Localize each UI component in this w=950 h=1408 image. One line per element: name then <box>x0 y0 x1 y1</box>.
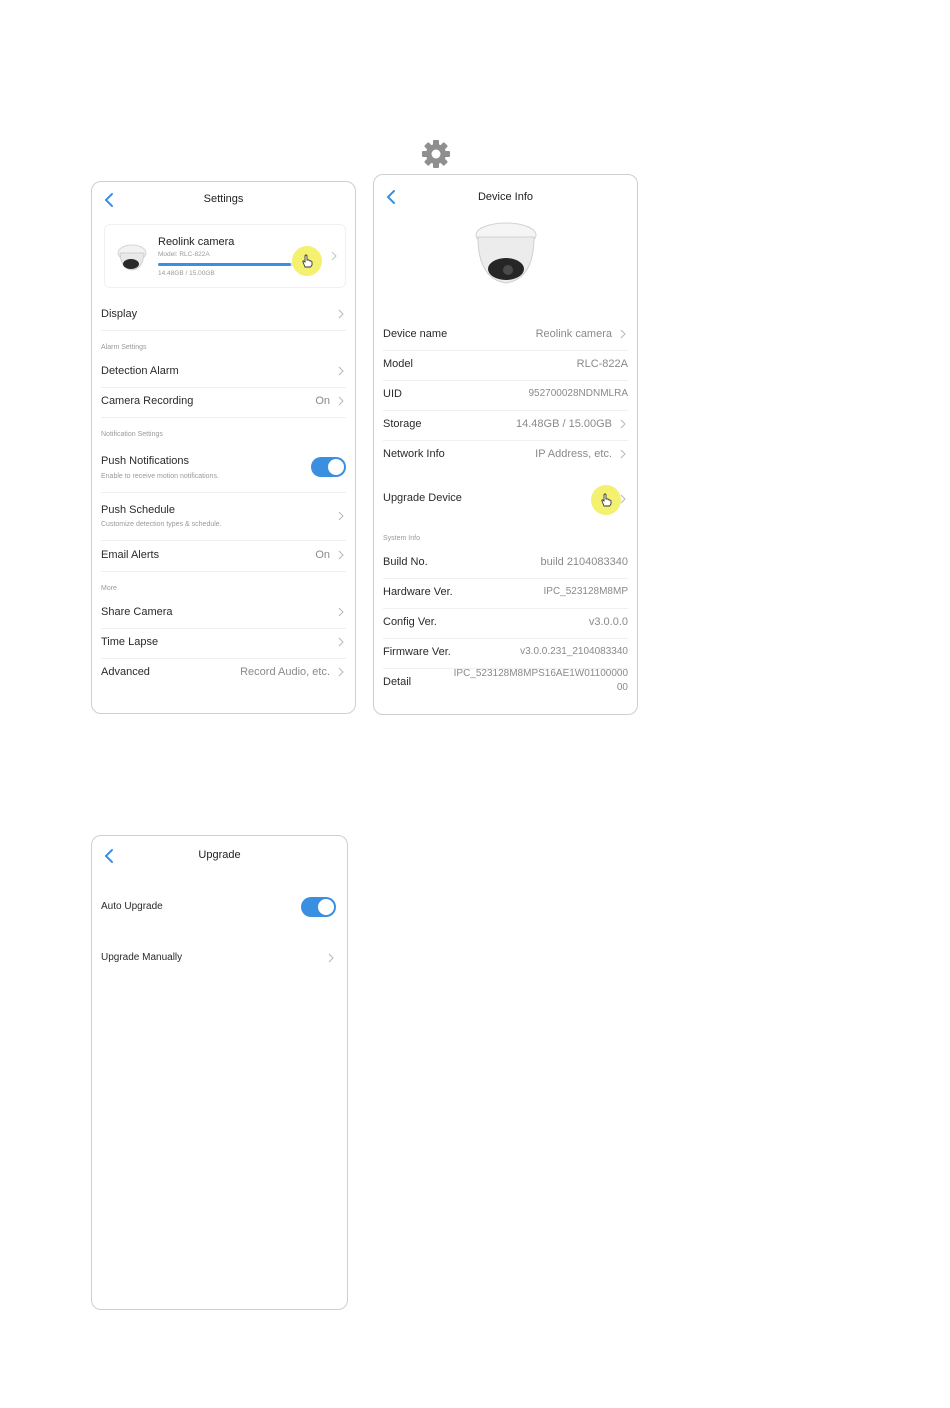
row-label: Config Ver. <box>383 616 437 628</box>
storage-text: 14.48GB / 15.00GB <box>158 270 215 277</box>
upgrade-row-auto: Auto Upgrade <box>101 891 338 923</box>
camera-name: Reolink camera <box>158 236 235 248</box>
gear-icon <box>422 140 450 168</box>
row-value: IP Address, etc. <box>535 448 612 460</box>
device-row-hardware: Hardware Ver. IPC_523128M8MP <box>383 578 628 609</box>
section-label-notification: Notification Settings <box>101 431 163 438</box>
camera-image <box>475 222 537 284</box>
chevron-right-icon <box>338 637 344 647</box>
row-label: Build No. <box>383 556 428 568</box>
page-title: Upgrade <box>198 849 241 861</box>
chevron-right-icon <box>331 251 337 261</box>
device-row-build: Build No. build 2104083340 <box>383 548 628 579</box>
chevron-right-icon <box>338 550 344 560</box>
storage-bar <box>158 263 296 266</box>
row-value: RLC-822A <box>576 358 628 370</box>
device-row-model: Model RLC-822A <box>383 350 628 381</box>
settings-item-value: On <box>315 549 330 561</box>
row-value: 14.48GB / 15.00GB <box>515 418 612 430</box>
chevron-right-icon <box>338 607 344 617</box>
section-label-alarm: Alarm Settings <box>101 344 147 351</box>
row-label: Firmware Ver. <box>383 646 451 658</box>
camera-thumbnail <box>117 244 147 271</box>
row-value: IPC_523128M8MP <box>543 586 629 597</box>
settings-item-camera-recording[interactable]: Camera Recording On <box>101 387 346 418</box>
settings-item-label: Push Notifications <box>101 455 190 467</box>
camera-model: Model: RLC-822A <box>158 251 210 258</box>
row-label: Network Info <box>383 448 445 460</box>
row-label: Model <box>383 358 413 370</box>
row-label: Storage <box>383 418 422 430</box>
row-value: 952700028NDNMLRA <box>528 388 628 399</box>
row-value: v3.0.0.231_2104083340 <box>520 646 628 657</box>
tap-highlight <box>292 246 322 276</box>
row-label: UID <box>383 388 402 400</box>
push-notifications-toggle[interactable] <box>311 457 346 477</box>
settings-item-detection-alarm[interactable]: Detection Alarm <box>101 357 346 388</box>
device-row-storage[interactable]: Storage 14.48GB / 15.00GB <box>383 410 628 441</box>
chevron-right-icon <box>328 953 334 963</box>
settings-screen: Settings Reolink camera Model: RLC-822A … <box>91 181 356 714</box>
row-value-continued: 00 <box>616 682 628 693</box>
row-label: Upgrade Device <box>383 492 462 504</box>
pointer-hand-icon <box>302 254 313 268</box>
settings-item-label: Push Schedule <box>101 504 175 516</box>
settings-item-push-notifications: Push Notifications Enable to receive mot… <box>101 444 346 493</box>
camera-card[interactable]: Reolink camera Model: RLC-822A 14.48GB /… <box>104 224 346 288</box>
section-label-system: System Info <box>383 535 420 542</box>
settings-item-display[interactable]: Display <box>101 300 346 331</box>
tap-highlight <box>591 485 621 515</box>
row-value: Reolink camera <box>535 328 612 340</box>
chevron-right-icon <box>620 419 626 429</box>
page-title: Device Info <box>477 191 534 203</box>
settings-item-label: Detection Alarm <box>101 365 179 377</box>
upgrade-row-manual[interactable]: Upgrade Manually <box>101 944 338 974</box>
upgrade-screen: Upgrade Auto Upgrade Upgrade Manually <box>91 835 348 1310</box>
row-label: Device name <box>383 328 448 340</box>
row-label: Detail <box>383 676 412 688</box>
chevron-right-icon <box>338 366 344 376</box>
settings-item-label: Camera Recording <box>101 395 194 407</box>
settings-item-label: Email Alerts <box>101 549 160 561</box>
chevron-right-icon <box>338 309 344 319</box>
settings-item-sublabel: Customize detection types & schedule. <box>101 521 222 528</box>
settings-item-label: Share Camera <box>101 606 173 618</box>
settings-item-label: Advanced <box>101 666 150 678</box>
device-row-detail: Detail IPC_523128M8MPS16AE1W01100000 00 <box>383 668 628 704</box>
device-row-name[interactable]: Device name Reolink camera <box>383 320 628 351</box>
chevron-right-icon <box>338 511 344 521</box>
page-title: Settings <box>203 193 244 205</box>
device-row-upgrade[interactable]: Upgrade Device <box>383 475 628 523</box>
settings-item-label: Display <box>101 308 138 320</box>
settings-item-sublabel: Enable to receive motion notifications. <box>101 473 219 480</box>
settings-item-email-alerts[interactable]: Email Alerts On <box>101 541 346 572</box>
device-row-config: Config Ver. v3.0.0.0 <box>383 608 628 639</box>
settings-item-label: Time Lapse <box>101 636 159 648</box>
settings-item-push-schedule[interactable]: Push Schedule Customize detection types … <box>101 492 346 541</box>
device-row-firmware: Firmware Ver. v3.0.0.231_2104083340 <box>383 638 628 669</box>
settings-item-time-lapse[interactable]: Time Lapse <box>101 628 346 659</box>
chevron-right-icon <box>338 396 344 406</box>
auto-upgrade-toggle[interactable] <box>301 897 336 917</box>
device-info-screen: Device Info Device name Reolink camera M… <box>373 174 638 715</box>
row-value: v3.0.0.0 <box>588 616 628 628</box>
settings-item-advanced[interactable]: Advanced Record Audio, etc. <box>101 658 346 688</box>
storage-bar-fill <box>158 263 292 266</box>
device-row-network[interactable]: Network Info IP Address, etc. <box>383 440 628 470</box>
section-label-more: More <box>101 585 117 592</box>
row-value: IPC_523128M8MPS16AE1W01100000 <box>453 668 628 679</box>
pointer-hand-icon <box>601 493 612 507</box>
chevron-right-icon <box>620 329 626 339</box>
settings-item-share-camera[interactable]: Share Camera <box>101 598 346 629</box>
device-row-uid: UID 952700028NDNMLRA <box>383 380 628 411</box>
row-label: Upgrade Manually <box>101 952 183 963</box>
settings-item-value: On <box>315 395 330 407</box>
chevron-right-icon <box>338 667 344 677</box>
chevron-right-icon <box>620 449 626 459</box>
row-label: Auto Upgrade <box>101 901 163 912</box>
settings-item-value: Record Audio, etc. <box>240 666 330 678</box>
chevron-right-icon <box>620 494 626 504</box>
row-label: Hardware Ver. <box>383 586 453 598</box>
row-value: build 2104083340 <box>540 556 628 568</box>
